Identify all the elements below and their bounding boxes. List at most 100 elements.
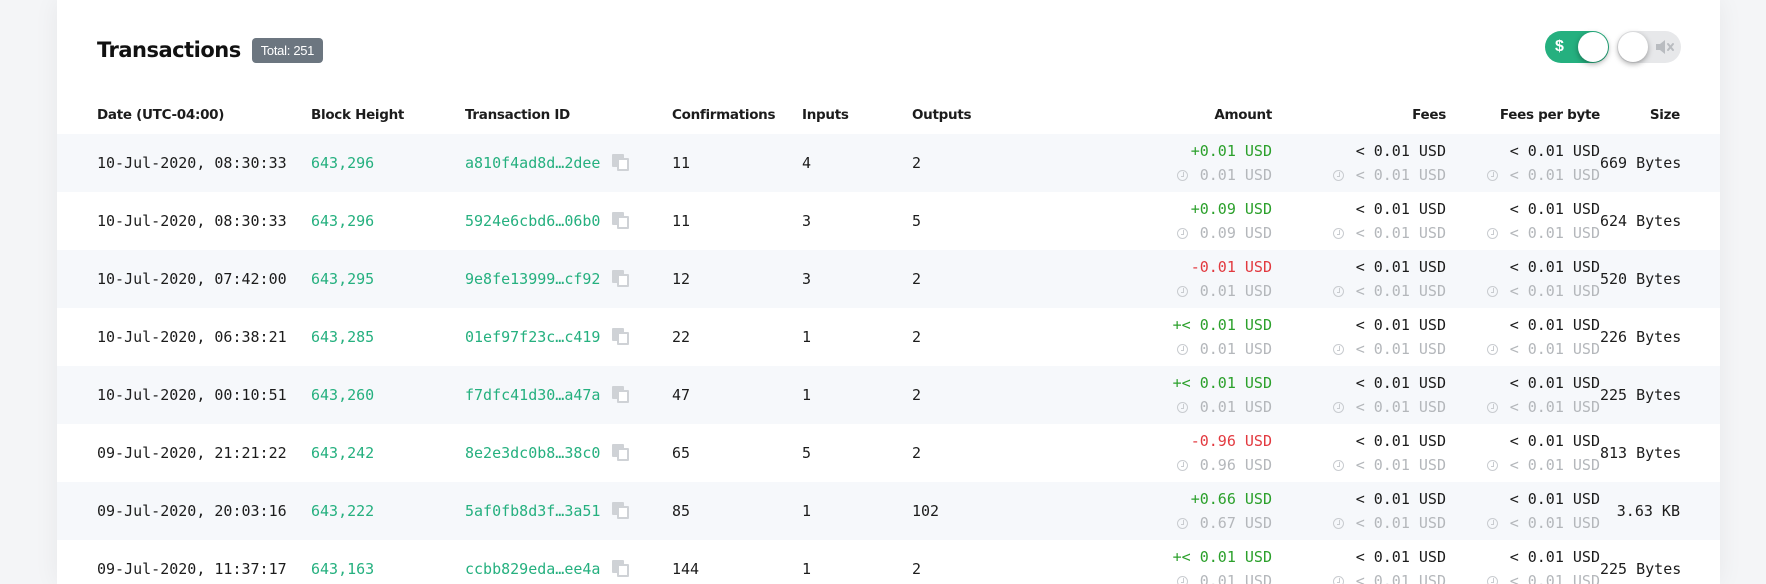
amount-cell: +0.66 USD 0.67 USD [1032,482,1272,540]
amount-cell-historical: 0.01 USD [1032,279,1272,303]
col-size[interactable]: Size [1600,96,1720,134]
copy-icon[interactable] [612,212,630,230]
copy-icon[interactable] [612,560,630,578]
block-height-link[interactable]: 643,296 [311,134,465,192]
table-row: 10-Jul-2020, 08:30:33 643,296 5924e6cbd6…0… [57,192,1720,250]
transaction-id-cell: 5924e6cbd6…06b0 [465,192,672,250]
outputs-cell: 2 [912,134,1032,192]
fees-cell-historical: < 0.01 USD [1272,569,1446,584]
copy-icon[interactable] [612,444,630,462]
amount-cell-value: +< 0.01 USD [1172,316,1272,334]
col-confirmations[interactable]: Confirmations [672,96,802,134]
block-height-link[interactable]: 643,285 [311,308,465,366]
fees-per-byte-cell: < 0.01 USD < 0.01 USD [1446,482,1600,540]
size-cell: 3.63 KB [1600,482,1720,540]
currency-toggle[interactable]: $ [1545,31,1609,63]
amount-cell-value: +0.01 USD [1190,142,1272,160]
amount-cell-historical: 0.01 USD [1032,337,1272,361]
inputs-cell: 1 [802,560,812,578]
col-outputs[interactable]: Outputs [912,96,1032,134]
transaction-id-cell: f7dfc41d30…a47a [465,366,672,424]
block-height-link[interactable]: 643,222 [311,482,465,540]
fees-per-byte-cell: < 0.01 USD < 0.01 USD [1446,192,1600,250]
fees-cell-historical: < 0.01 USD [1272,337,1446,361]
page-title: Transactions [97,38,241,62]
fees-per-byte-cell-value: < 0.01 USD [1509,374,1600,392]
block-height-link[interactable]: 643,295 [311,250,465,308]
fees-cell-value: < 0.01 USD [1355,142,1446,160]
fees-cell: < 0.01 USD < 0.01 USD [1272,366,1446,424]
fees-cell-value: < 0.01 USD [1355,490,1446,508]
clock-icon [1486,344,1498,355]
col-inputs[interactable]: Inputs [802,96,912,134]
copy-icon[interactable] [612,270,630,288]
transaction-id-link[interactable]: 9e8fe13999…cf92 [465,270,600,288]
block-height-link[interactable]: 643,296 [311,192,465,250]
confirmations-cell: 11 [672,212,691,230]
copy-icon[interactable] [612,328,630,346]
date-cell: 10-Jul-2020, 08:30:33 [57,134,311,192]
copy-icon[interactable] [612,502,630,520]
historical-value: < 0.01 USD [1509,224,1600,242]
col-date[interactable]: Date (UTC-04:00) [57,96,311,134]
amount-cell: +< 0.01 USD 0.01 USD [1032,366,1272,424]
transaction-id-link[interactable]: 8e2e3dc0b8…38c0 [465,444,600,462]
block-height-link[interactable]: 643,242 [311,424,465,482]
col-block-height[interactable]: Block Height [311,96,465,134]
transaction-id-cell: 8e2e3dc0b8…38c0 [465,424,672,482]
fees-cell-value: < 0.01 USD [1355,258,1446,276]
clock-icon [1332,286,1344,297]
col-fees[interactable]: Fees [1272,96,1446,134]
transaction-id-link[interactable]: 01ef97f23c…c419 [465,328,600,346]
table-row: 10-Jul-2020, 00:10:51 643,260 f7dfc41d30…a… [57,366,1720,424]
col-transaction-id[interactable]: Transaction ID [465,96,672,134]
clock-icon [1332,518,1344,529]
size-cell: 225 Bytes [1600,560,1682,578]
transaction-id-link[interactable]: 5af0fb8d3f…3a51 [465,502,600,520]
fees-per-byte-cell-historical: < 0.01 USD [1446,279,1600,303]
transaction-id-cell: 01ef97f23c…c419 [465,308,672,366]
transaction-id-link[interactable]: ccbb829eda…ee4a [465,560,600,578]
inputs-cell: 5 [802,444,812,462]
outputs-cell: 2 [912,366,1032,424]
mute-icon [1655,31,1675,63]
clock-icon [1176,228,1188,239]
clock-icon [1176,170,1188,181]
confirmations-cell: 65 [672,444,691,462]
fees-cell-value: < 0.01 USD [1355,374,1446,392]
transaction-id-link[interactable]: a810f4ad8d…2dee [465,154,600,172]
table-row: 10-Jul-2020, 07:42:00 643,295 9e8fe13999…c… [57,250,1720,308]
historical-value: 0.67 USD [1199,514,1272,532]
fees-cell: < 0.01 USD < 0.01 USD [1272,308,1446,366]
clock-icon [1332,460,1344,471]
col-amount[interactable]: Amount [1032,96,1272,134]
amount-cell: +0.01 USD 0.01 USD [1032,134,1272,192]
amount-cell-value: +0.66 USD [1190,490,1272,508]
fees-cell: < 0.01 USD < 0.01 USD [1272,134,1446,192]
inputs-cell: 1 [802,328,812,346]
clock-icon [1176,344,1188,355]
date-cell: 09-Jul-2020, 20:03:16 [57,482,311,540]
sound-toggle[interactable] [1617,31,1681,63]
amount-cell-historical: 0.09 USD [1032,221,1272,245]
copy-icon[interactable] [612,154,630,172]
clock-icon [1332,170,1344,181]
block-height-link[interactable]: 643,260 [311,366,465,424]
outputs-cell: 2 [912,250,1032,308]
fees-per-byte-cell-historical: < 0.01 USD [1446,569,1600,584]
col-fees-per-byte[interactable]: Fees per byte [1446,96,1600,134]
inputs-cell: 1 [802,366,912,424]
outputs-cell: 2 [912,328,922,346]
clock-icon [1486,576,1498,584]
fees-cell-value: < 0.01 USD [1355,548,1446,566]
copy-icon[interactable] [612,386,630,404]
transaction-id-link[interactable]: f7dfc41d30…a47a [465,386,600,404]
block-height-link[interactable]: 643,163 [311,540,465,584]
clock-icon [1332,576,1344,584]
fees-per-byte-cell-historical: < 0.01 USD [1446,163,1600,187]
amount-cell: +0.09 USD 0.09 USD [1032,192,1272,250]
historical-value: 0.09 USD [1199,224,1272,242]
transaction-id-cell: 5af0fb8d3f…3a51 [465,482,672,540]
transaction-id-link[interactable]: 5924e6cbd6…06b0 [465,212,600,230]
toggle-knob [1618,32,1648,62]
